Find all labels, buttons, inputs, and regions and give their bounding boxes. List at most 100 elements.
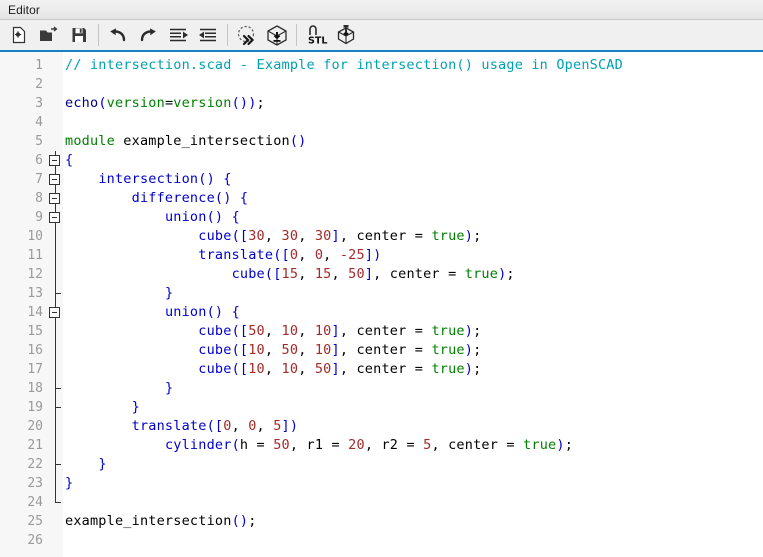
- code-text-area[interactable]: // intersection.scad - Example for inter…: [63, 52, 763, 557]
- fold-marker-row[interactable]: [48, 151, 63, 170]
- code-token-plain: h =: [239, 437, 274, 453]
- fold-column[interactable]: [48, 56, 63, 557]
- preview-icon[interactable]: [232, 21, 262, 49]
- code-line[interactable]: cube([30, 30, 30], center = true);: [65, 227, 763, 246]
- code-token-module: union: [164, 209, 207, 225]
- line-number: 1: [35, 58, 43, 73]
- code-token-plain: ;: [473, 323, 482, 339]
- code-token-plain: ,: [264, 228, 282, 244]
- code-token-keyword: module: [65, 133, 115, 149]
- code-token-punct: ]: [364, 266, 374, 282]
- export-stl-icon[interactable]: STL: [301, 21, 331, 49]
- code-line[interactable]: cylinder(h = 50, r1 = 20, r2 = 5, center…: [65, 436, 763, 455]
- redo-icon[interactable]: [133, 21, 163, 49]
- line-number: 15: [27, 324, 43, 339]
- window-titlebar: Editor: [0, 0, 763, 20]
- code-line[interactable]: union() {: [65, 303, 763, 322]
- fold-guide-line: [55, 265, 56, 284]
- fold-marker-row: [48, 75, 63, 94]
- code-line[interactable]: }: [65, 379, 763, 398]
- render-icon[interactable]: [262, 21, 292, 49]
- code-token-punct: ]): [281, 418, 299, 434]
- fold-marker-row: [48, 417, 63, 436]
- code-token-punct: (): [198, 171, 215, 187]
- code-line[interactable]: }: [65, 474, 763, 493]
- fold-collapse-box[interactable]: [49, 155, 60, 166]
- code-line[interactable]: difference() {: [65, 189, 763, 208]
- code-line[interactable]: intersection() {: [65, 170, 763, 189]
- code-token-green: version: [106, 95, 165, 111]
- code-line[interactable]: [65, 531, 763, 550]
- code-line[interactable]: cube([50, 10, 10], center = true);: [65, 322, 763, 341]
- code-line[interactable]: }: [65, 398, 763, 417]
- code-token-punct: ): [248, 95, 257, 111]
- code-editor[interactable]: 1 2 3 4 5 6 7 8 9 10 11 12 13 14 15 16 17 18 19 20 21 22 23 24 2…: [0, 52, 763, 557]
- code-line[interactable]: [65, 113, 763, 132]
- fold-marker-row: [48, 379, 63, 398]
- code-line[interactable]: }: [65, 284, 763, 303]
- code-line[interactable]: // intersection.scad - Example for inter…: [65, 56, 763, 75]
- code-token-plain: =: [414, 323, 432, 339]
- code-line[interactable]: module example_intersection(): [65, 132, 763, 151]
- code-token-brace: {: [239, 190, 249, 206]
- code-line[interactable]: [65, 75, 763, 94]
- code-line[interactable]: cube([15, 15, 50], center = true);: [65, 265, 763, 284]
- code-token-num: 50: [314, 361, 332, 377]
- code-token-punct: ]): [364, 247, 382, 263]
- code-token-bool: true: [431, 228, 465, 244]
- fold-branch-tick: [55, 407, 61, 408]
- code-line[interactable]: cube([10, 10, 50], center = true);: [65, 360, 763, 379]
- fold-collapse-box[interactable]: [49, 174, 60, 185]
- code-token-num: 0: [314, 247, 324, 263]
- fold-guide-line: [55, 246, 56, 265]
- fold-marker-row[interactable]: [48, 208, 63, 227]
- code-token-punct: (): [231, 95, 249, 111]
- code-line[interactable]: example_intersection();: [65, 512, 763, 531]
- code-token-num: -25: [339, 247, 365, 263]
- fold-marker-row: [48, 455, 63, 474]
- code-token-module: union: [164, 304, 207, 320]
- code-token-plain: =: [414, 342, 432, 358]
- code-line[interactable]: translate([0, 0, -25]): [65, 246, 763, 265]
- code-line[interactable]: cube([10, 50, 10], center = true);: [65, 341, 763, 360]
- fold-marker-row[interactable]: [48, 189, 63, 208]
- code-line[interactable]: echo(version=version());: [65, 94, 763, 113]
- fold-marker-row[interactable]: [48, 303, 63, 322]
- code-line[interactable]: translate([0, 0, 5]): [65, 417, 763, 436]
- editor-gutter[interactable]: 1 2 3 4 5 6 7 8 9 10 11 12 13 14 15 16 17 18 19 20 21 22 23 24 2…: [0, 52, 63, 557]
- fold-collapse-box[interactable]: [49, 307, 60, 318]
- fold-collapse-box[interactable]: [49, 212, 60, 223]
- line-number: 21: [27, 438, 43, 453]
- save-icon[interactable]: [64, 21, 94, 49]
- code-token-num: 10: [248, 342, 265, 358]
- code-token-bool: true: [431, 342, 465, 358]
- code-token-num: 30: [314, 228, 332, 244]
- code-line[interactable]: [65, 493, 763, 512]
- code-token-plain: ,: [323, 247, 340, 263]
- unindent-icon[interactable]: [163, 21, 193, 49]
- indent-icon[interactable]: [193, 21, 223, 49]
- new-file-icon[interactable]: [4, 21, 34, 49]
- line-number: 23: [27, 476, 43, 491]
- fold-collapse-box[interactable]: [49, 193, 60, 204]
- fold-marker-row[interactable]: [48, 170, 63, 189]
- open-folder-icon[interactable]: [34, 21, 64, 49]
- export-icon[interactable]: [331, 21, 361, 49]
- code-line[interactable]: }: [65, 455, 763, 474]
- line-number: 8: [35, 191, 43, 206]
- code-line[interactable]: {: [65, 151, 763, 170]
- code-token-num: 10: [281, 361, 299, 377]
- code-line[interactable]: union() {: [65, 208, 763, 227]
- code-token-plain: , r1 =: [289, 437, 349, 453]
- fold-branch-tick: [55, 464, 61, 465]
- code-token-green: version: [173, 95, 232, 111]
- code-token-bool: true: [464, 266, 499, 282]
- code-token-punct: ([: [264, 266, 282, 282]
- undo-icon[interactable]: [103, 21, 133, 49]
- code-token-module: translate: [131, 418, 207, 434]
